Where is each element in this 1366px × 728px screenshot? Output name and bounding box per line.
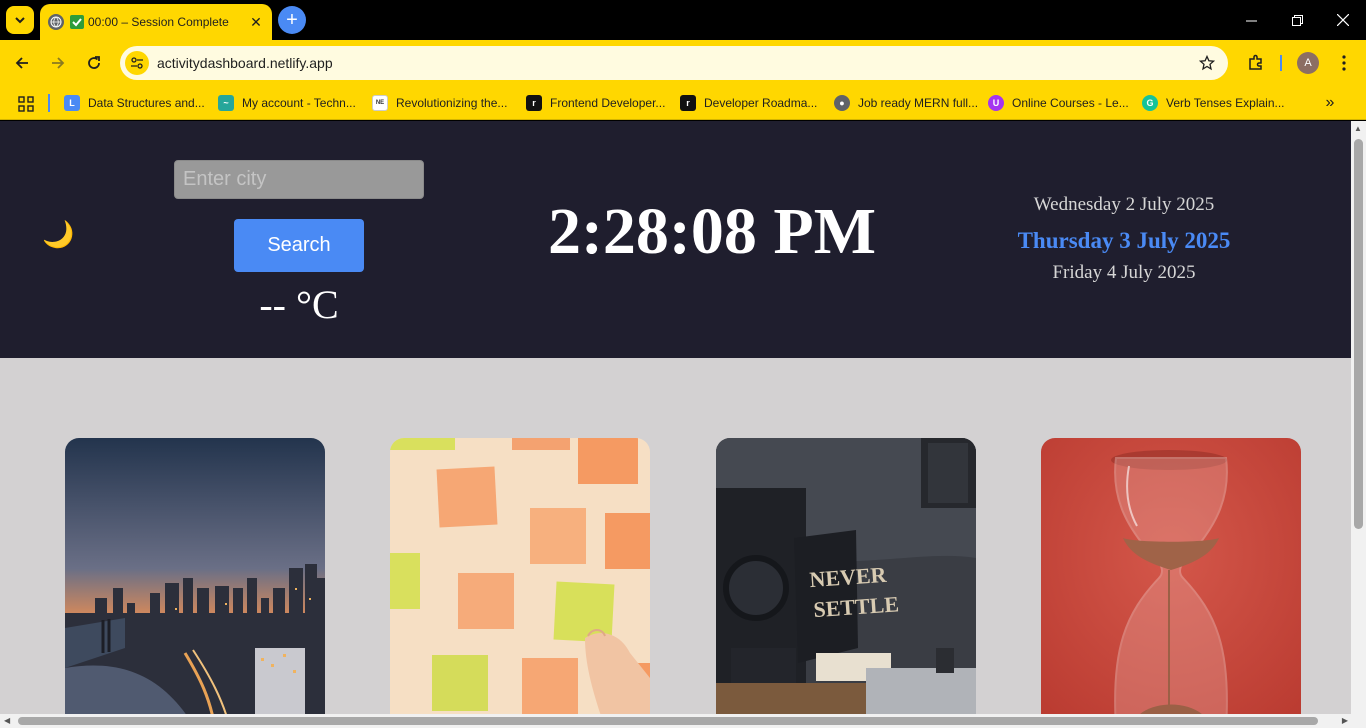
bookmark-item[interactable]: U Online Courses - Le... <box>988 92 1129 114</box>
bookmark-item[interactable]: ~ My account - Techn... <box>218 92 356 114</box>
theme-toggle-moon-icon[interactable]: 🌙 <box>42 221 74 247</box>
vertical-scroll-thumb[interactable] <box>1354 139 1363 529</box>
bookmarks-bar: L Data Structures and... ~ My account - … <box>0 86 1366 120</box>
bookmark-item[interactable]: L Data Structures and... <box>64 92 205 114</box>
apps-grid-icon[interactable] <box>14 92 38 116</box>
vertical-scrollbar[interactable]: ▲ <box>1351 121 1366 714</box>
bookmark-star-icon[interactable] <box>1192 55 1222 71</box>
search-button[interactable]: Search <box>234 219 364 272</box>
city-search-input[interactable] <box>174 160 424 199</box>
current-date: Thursday 3 July 2025 <box>1017 228 1231 253</box>
check-emoji-icon <box>70 15 84 29</box>
lc-icon: L <box>64 95 80 111</box>
close-window-icon[interactable] <box>1320 0 1366 40</box>
bookmark-label: Revolutionizing the... <box>396 96 508 110</box>
date-strip: Wednesday 2 July 2025 Thursday 3 July 20… <box>984 193 1264 285</box>
horizontal-scroll-thumb[interactable] <box>18 717 1318 725</box>
udemy-icon: U <box>988 95 1004 111</box>
restore-icon[interactable] <box>1274 0 1320 40</box>
minimize-icon[interactable] <box>1228 0 1274 40</box>
sticky-notes-image <box>390 438 650 714</box>
active-tab[interactable]: 00:00 – Session Complete ✕ <box>40 4 272 40</box>
temperature-readout: -- °C <box>259 282 339 327</box>
next-date: Friday 4 July 2025 <box>1052 262 1196 283</box>
hourglass-image <box>1041 438 1301 714</box>
scroll-right-icon[interactable]: ▶ <box>1342 716 1348 725</box>
news-icon: NE <box>372 95 388 111</box>
bookmark-item[interactable]: ● Job ready MERN full... <box>834 92 978 114</box>
dashboard-header: 🌙 Search -- °C 2:28:08 PM Wednesday 2 Ju… <box>0 121 1351 358</box>
previous-date: Wednesday 2 July 2025 <box>1033 194 1215 215</box>
hourglass-card[interactable] <box>1041 438 1301 714</box>
reload-icon[interactable] <box>80 49 108 77</box>
bookmark-label: Job ready MERN full... <box>858 96 979 110</box>
profile-avatar[interactable]: A <box>1297 52 1319 74</box>
bookmark-item[interactable]: r Frontend Developer... <box>526 92 665 114</box>
bookmark-item[interactable]: G Verb Tenses Explain... <box>1142 92 1285 114</box>
tech-icon: ~ <box>218 95 234 111</box>
bookmark-label: Frontend Developer... <box>550 96 666 110</box>
browser-menu-icon[interactable] <box>1332 49 1356 77</box>
bookmark-item[interactable]: r Developer Roadma... <box>680 92 817 114</box>
globe-icon <box>48 14 64 30</box>
chevron-down-icon <box>15 17 25 24</box>
scroll-up-icon[interactable]: ▲ <box>1354 124 1362 133</box>
address-bar[interactable]: activitydashboard.netlify.app <box>120 46 1228 80</box>
site-info-icon[interactable] <box>125 51 149 75</box>
extensions-icon[interactable] <box>1242 49 1270 77</box>
bookmark-label: Data Structures and... <box>88 96 205 110</box>
bookmark-label: Developer Roadma... <box>704 96 818 110</box>
tab-strip: 00:00 – Session Complete ✕ + <box>0 0 1366 40</box>
bookmark-label: Online Courses - Le... <box>1012 96 1129 110</box>
more-bookmarks-icon[interactable]: » <box>1318 92 1342 114</box>
page-viewport: 🌙 Search -- °C 2:28:08 PM Wednesday 2 Ju… <box>0 121 1351 714</box>
forward-icon[interactable] <box>44 49 72 77</box>
roadmap-icon: r <box>680 95 696 111</box>
grammarly-icon: G <box>1142 95 1158 111</box>
tab-search-button[interactable] <box>6 6 34 34</box>
city-skyline-image <box>65 438 325 714</box>
bookmark-label: My account - Techn... <box>242 96 356 110</box>
bookmark-item[interactable]: NE Revolutionizing the... <box>372 92 507 114</box>
horizontal-scrollbar[interactable]: ◀ ▶ <box>0 714 1366 728</box>
never-settle-card[interactable]: NEVER SETTLE <box>716 438 976 714</box>
digital-clock: 2:28:08 PM <box>547 195 877 268</box>
never-settle-image: NEVER SETTLE <box>716 438 976 714</box>
back-icon[interactable] <box>8 49 36 77</box>
toolbar-divider <box>1280 55 1282 71</box>
url-text[interactable]: activitydashboard.netlify.app <box>157 55 1192 71</box>
scroll-left-icon[interactable]: ◀ <box>4 716 10 725</box>
sticky-notes-card[interactable] <box>390 438 650 714</box>
bookmarks-divider <box>48 94 50 112</box>
tab-title: 00:00 – Session Complete <box>88 15 229 29</box>
roadmap-icon: r <box>526 95 542 111</box>
bookmark-label: Verb Tenses Explain... <box>1166 96 1285 110</box>
new-tab-button[interactable]: + <box>278 6 306 34</box>
close-tab-icon[interactable]: ✕ <box>248 14 264 30</box>
city-skyline-card[interactable] <box>65 438 325 714</box>
globe-icon: ● <box>834 95 850 111</box>
